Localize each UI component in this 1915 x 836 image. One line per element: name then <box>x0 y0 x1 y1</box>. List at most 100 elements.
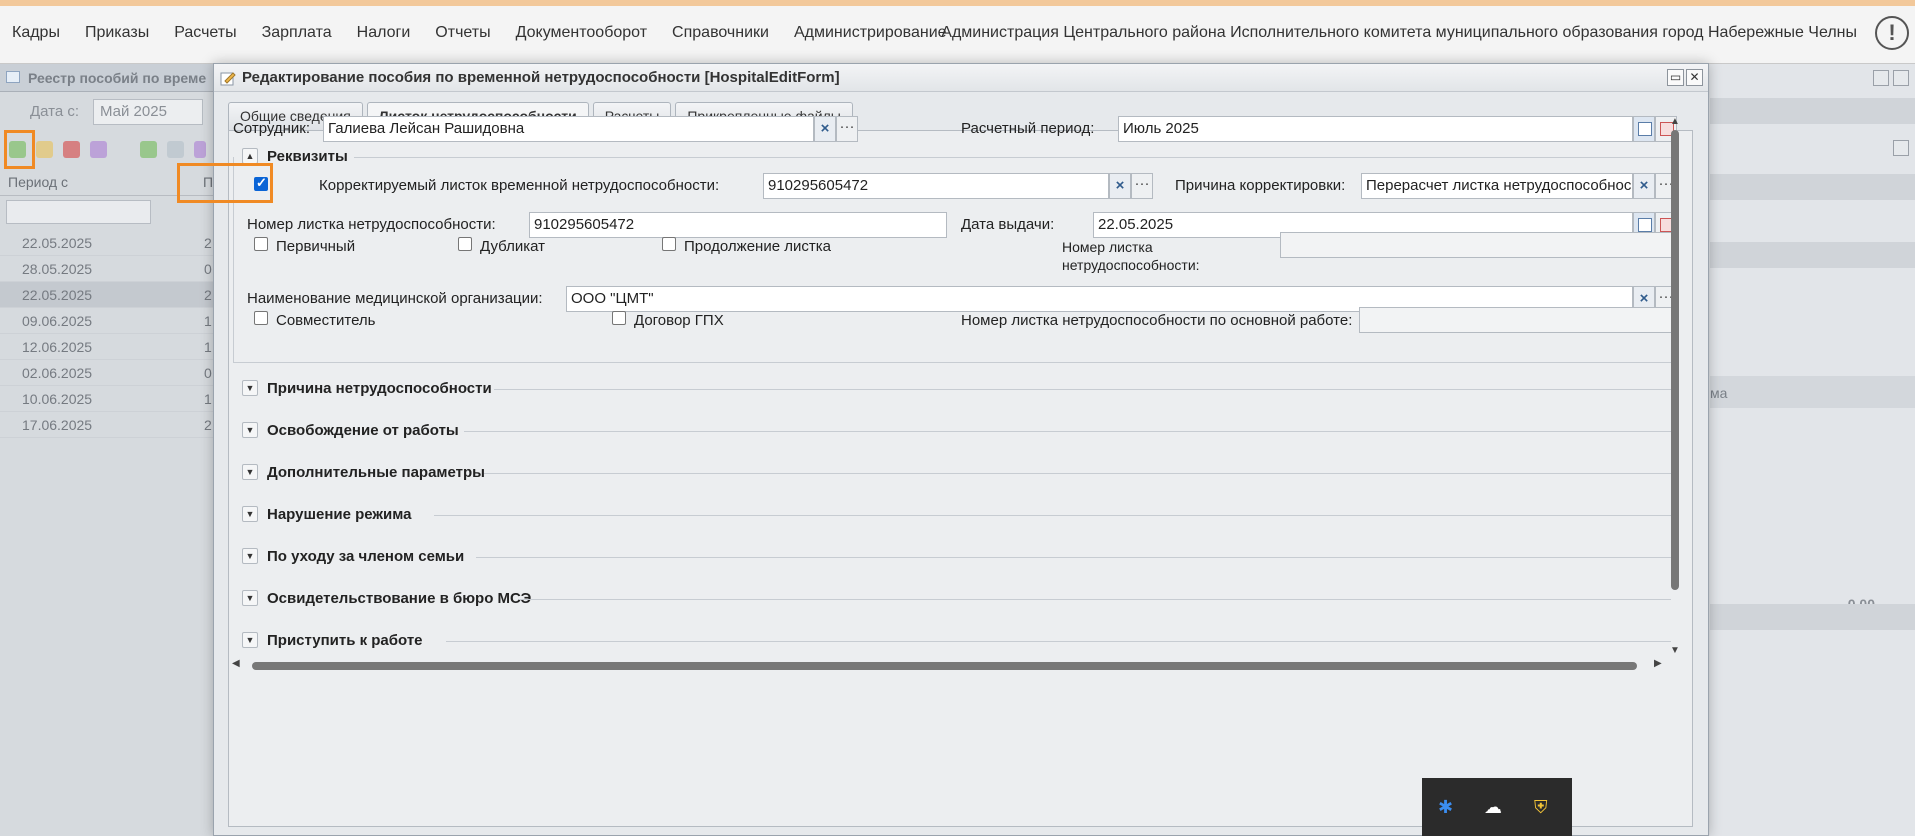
window-title[interactable]: Редактирование пособия по временной нетр… <box>214 64 1708 92</box>
menu-item-raschety[interactable]: Расчеты <box>174 24 236 42</box>
menu-item-nalogi[interactable]: Налоги <box>357 24 411 42</box>
expand-regime-violation-icon[interactable]: ▼ <box>242 506 258 522</box>
main-sheet-number-label: Номер листка нетрудоспособности по основ… <box>961 312 1353 329</box>
period-filter-input[interactable] <box>6 200 151 224</box>
section-divider <box>494 389 1671 390</box>
corrected-sheet-clear-icon[interactable]: × <box>1109 173 1131 199</box>
menu-item-prikazy[interactable]: Приказы <box>85 24 149 42</box>
date-from-input[interactable]: Май 2025 <box>93 99 203 125</box>
table-row[interactable]: 02.06.2025 0 <box>0 360 215 386</box>
horizontal-scroll-thumb[interactable] <box>252 662 1637 670</box>
menu-item-zarplata[interactable]: Зарплата <box>262 24 332 42</box>
scroll-up-icon[interactable]: ▲ <box>1670 116 1680 127</box>
menu-item-administrirovanie[interactable]: Администрирование <box>794 24 947 42</box>
employee-select-icon[interactable]: ··· <box>836 116 858 142</box>
right-bar <box>1710 604 1915 630</box>
approve-icon[interactable] <box>140 141 157 158</box>
continuation-label: Продолжение листка <box>684 238 831 255</box>
section-divider <box>434 515 1671 516</box>
section-divider <box>484 473 1671 474</box>
right-background-panel: ма 0,00 <box>1710 64 1915 836</box>
expand-return-to-work-icon[interactable]: ▼ <box>242 632 258 648</box>
table-row[interactable]: 22.05.2025 2 <box>0 230 215 256</box>
section-family-care[interactable]: По уходу за членом семьи <box>267 548 464 565</box>
expand-incapacity-reason-icon[interactable]: ▼ <box>242 380 258 396</box>
table-row[interactable]: 10.06.2025 1 <box>0 386 215 412</box>
menu-item-spravochniki[interactable]: Справочники <box>672 24 769 42</box>
period-label: Расчетный период: <box>961 120 1095 137</box>
section-mse-exam[interactable]: Освидетельствование в бюро МСЭ <box>267 590 531 607</box>
horizontal-scrollbar[interactable]: ◀ ▶ <box>232 658 1672 673</box>
period-calendar-icon[interactable] <box>1633 116 1655 142</box>
maximize-window-icon[interactable]: ▭ <box>1667 69 1684 86</box>
continuation-checkbox[interactable] <box>662 237 676 251</box>
edit-benefit-window: Редактирование пособия по временной нетр… <box>177 63 1709 836</box>
primary-checkbox[interactable] <box>254 237 268 251</box>
expand-additional-params-icon[interactable]: ▼ <box>242 464 258 480</box>
right-grid-header: ма <box>1710 376 1915 408</box>
expand-icon[interactable] <box>1893 140 1909 156</box>
corrected-sheet-field[interactable]: 910295605472 <box>763 173 1109 199</box>
maximize-icon[interactable] <box>1893 70 1909 86</box>
scroll-right-icon[interactable]: ▶ <box>1654 658 1662 669</box>
section-divider <box>354 157 1671 158</box>
period-field[interactable]: Июль 2025 <box>1118 116 1633 142</box>
section-regime-violation[interactable]: Нарушение режима <box>267 506 412 523</box>
top-menu-bar: Кадры Приказы Расчеты Зарплата Налоги От… <box>0 0 1915 64</box>
grid-icon <box>6 71 20 83</box>
section-divider <box>476 557 1671 558</box>
expand-family-care-icon[interactable]: ▼ <box>242 548 258 564</box>
date-from-label: Дата с: <box>30 103 80 120</box>
part-time-checkbox[interactable] <box>254 311 268 325</box>
bluetooth-icon[interactable]: ✱ <box>1438 797 1453 818</box>
scroll-down-icon[interactable]: ▼ <box>1670 645 1680 656</box>
continuation-number-field[interactable] <box>1280 232 1677 258</box>
close-window-icon[interactable]: ✕ <box>1686 69 1703 86</box>
employee-field[interactable]: Галиева Лейсан Рашидовна <box>323 116 814 142</box>
employee-clear-icon[interactable]: × <box>814 116 836 142</box>
minimize-icon[interactable] <box>1873 70 1889 86</box>
continuation-number-label-1: Номер листка <box>1062 239 1153 255</box>
corrected-sheet-select-icon[interactable]: ··· <box>1131 173 1153 199</box>
section-return-to-work[interactable]: Приступить к работе <box>267 632 423 649</box>
correction-reason-label: Причина корректировки: <box>1175 177 1346 194</box>
vertical-scroll-thumb[interactable] <box>1671 130 1679 590</box>
duplicate-checkbox[interactable] <box>458 237 472 251</box>
correction-reason-field[interactable]: Перерасчет листка нетрудоспособнос <box>1361 173 1633 199</box>
table-row[interactable]: 12.06.2025 1 <box>0 334 215 360</box>
collapse-requisites-icon[interactable]: ▲ <box>242 148 258 164</box>
delete-icon[interactable] <box>63 141 80 158</box>
table-row[interactable]: 22.05.2025 2 <box>0 282 215 308</box>
expand-mse-exam-icon[interactable]: ▼ <box>242 590 258 606</box>
security-shield-icon[interactable]: ⛨ <box>1534 797 1548 818</box>
table-row[interactable]: 28.05.2025 0 <box>0 256 215 282</box>
alert-icon[interactable]: ! <box>1875 16 1909 50</box>
scroll-left-icon[interactable]: ◀ <box>232 658 240 669</box>
highlight-add-button <box>4 130 35 169</box>
cloud-offline-icon[interactable]: ☁ <box>1484 797 1502 818</box>
vertical-scrollbar[interactable]: ▲ ▼ <box>1669 116 1681 656</box>
actions-icon[interactable] <box>90 141 107 158</box>
section-incapacity-reason[interactable]: Причина нетрудоспособности <box>267 380 492 397</box>
section-divider <box>464 431 1671 432</box>
gph-contract-checkbox[interactable] <box>612 311 626 325</box>
menu-item-dokumentooborot[interactable]: Документооборот <box>516 24 647 42</box>
part-time-label: Совместитель <box>276 312 376 329</box>
table-row[interactable]: 17.06.2025 2 <box>0 412 215 438</box>
correction-reason-clear-icon[interactable]: × <box>1633 173 1655 199</box>
section-border-bottom <box>233 362 1671 363</box>
main-sheet-number-field[interactable] <box>1359 307 1677 333</box>
column-header-text: Период с <box>8 174 68 190</box>
sheet-number-field[interactable]: 910295605472 <box>529 212 947 238</box>
edit-icon[interactable] <box>36 141 53 158</box>
table-row[interactable]: 09.06.2025 1 <box>0 308 215 334</box>
sum-icon[interactable] <box>194 141 206 158</box>
sheet-number-label: Номер листка нетрудоспособности: <box>247 216 496 233</box>
expand-release-from-work-icon[interactable]: ▼ <box>242 422 258 438</box>
approve-all-icon[interactable] <box>167 141 184 158</box>
section-release-from-work[interactable]: Освобождение от работы <box>267 422 459 439</box>
menu-item-kadry[interactable]: Кадры <box>12 24 60 42</box>
menu-item-otchety[interactable]: Отчеты <box>435 24 490 42</box>
primary-label: Первичный <box>276 238 356 255</box>
section-additional-params[interactable]: Дополнительные параметры <box>267 464 485 481</box>
